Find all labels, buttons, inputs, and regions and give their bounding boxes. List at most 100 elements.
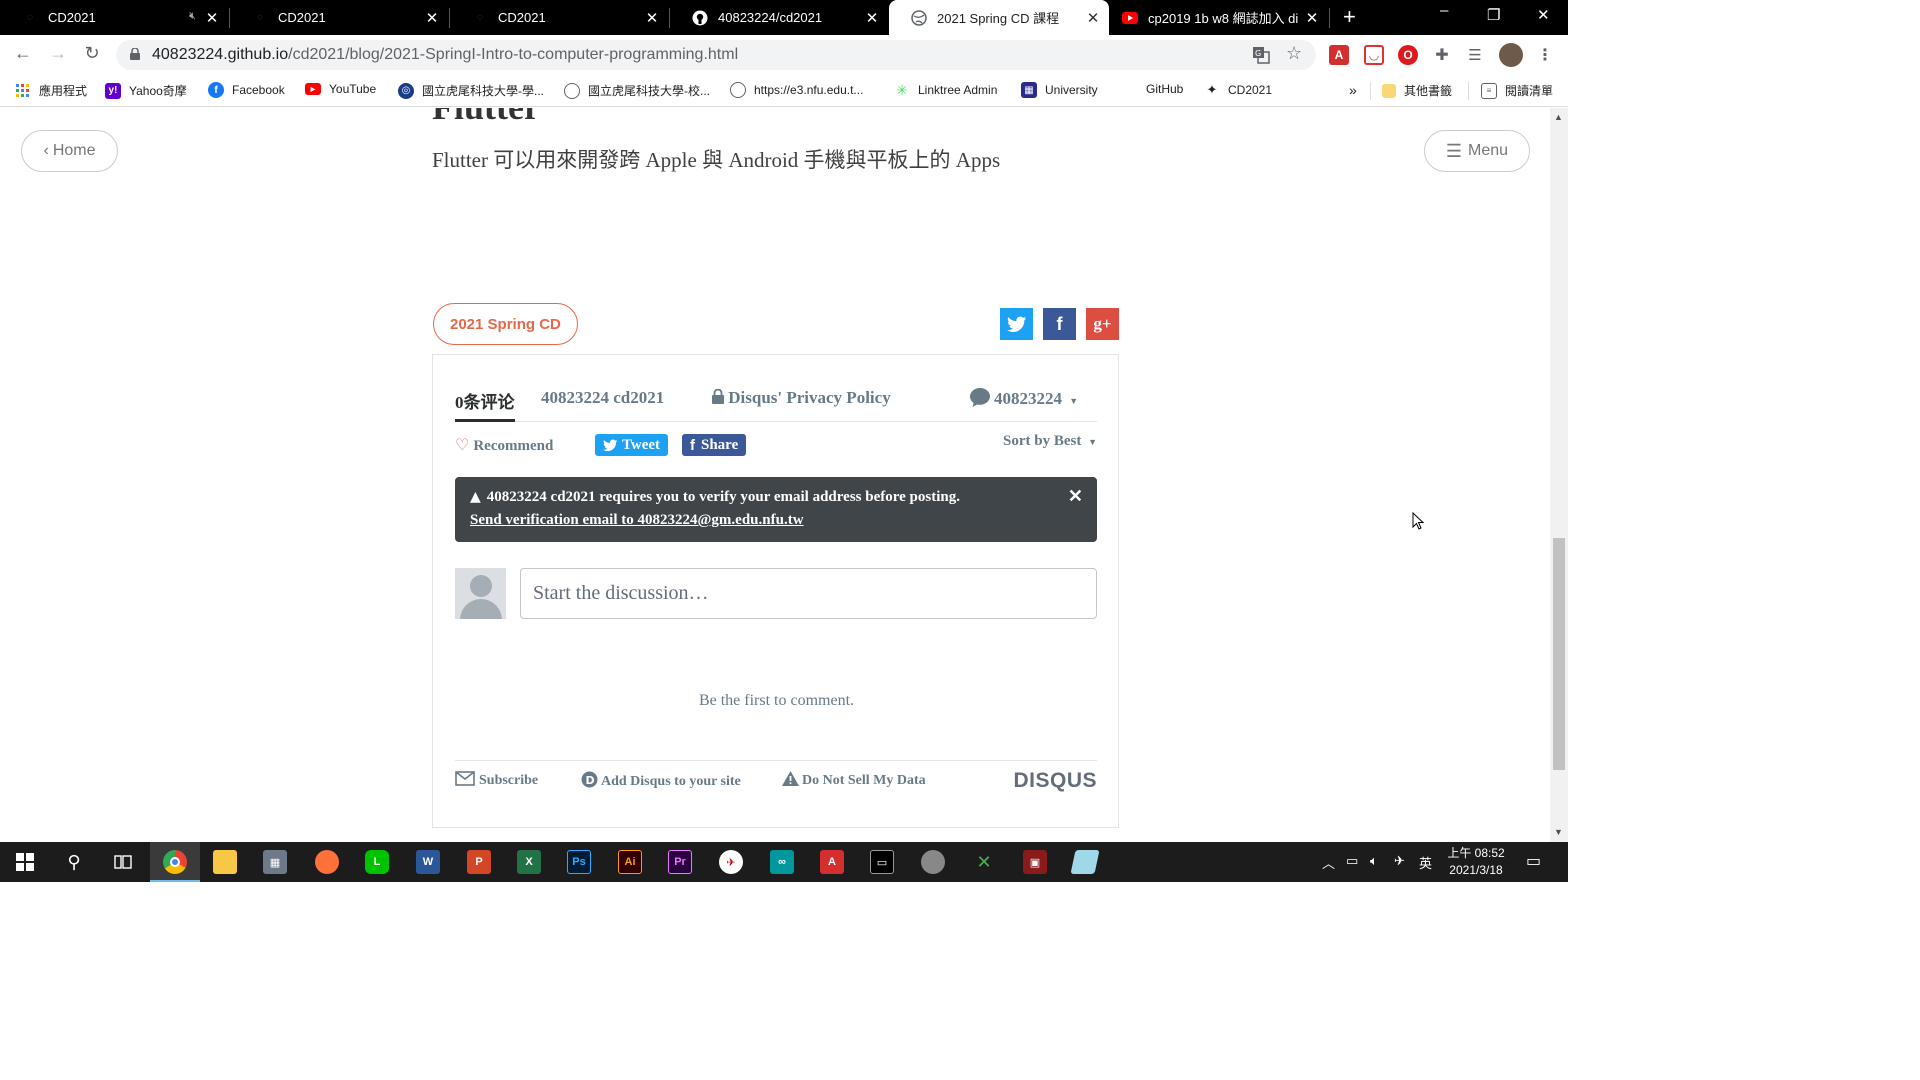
close-tab-icon[interactable]: ✕ — [1085, 9, 1101, 27]
network-icon[interactable]: ✈ — [1394, 853, 1405, 869]
browser-tab[interactable]: cp2019 1b w8 網誌加入 disqus ✕ — [1110, 0, 1328, 35]
media-control-icon[interactable]: ☰ — [1465, 45, 1485, 65]
minimize-icon[interactable]: – — [1440, 2, 1448, 19]
chrome-icon[interactable] — [163, 850, 187, 874]
app-game-icon[interactable]: ▣ — [1023, 850, 1047, 874]
close-tab-icon[interactable]: ✕ — [644, 9, 660, 27]
send-verification-link[interactable]: Send verification email to 40823224@gm.e… — [470, 512, 804, 529]
url-text[interactable]: 40823224.github.io/cd2021/blog/2021-Spri… — [152, 46, 738, 64]
facebook-share-small-button[interactable]: f Share — [682, 434, 747, 456]
bookmark-linktree[interactable]: ✳ Linktree Admin — [894, 82, 997, 98]
app-notes-icon[interactable] — [1070, 850, 1100, 874]
app-x-icon[interactable]: ✕ — [972, 850, 996, 874]
bookmark-nfu-student[interactable]: ◎ 國立虎尾科技大學-學... — [398, 82, 544, 99]
show-hidden-icons-chevron[interactable]: ︿ — [1322, 853, 1335, 872]
bookmark-nfu-school[interactable]: 國立虎尾科技大學-校... — [564, 82, 710, 99]
speaker-muted-icon[interactable]: 🔇︎ — [189, 10, 196, 23]
acrobat-icon[interactable]: A — [820, 850, 844, 874]
disqus-logo[interactable]: DISQUS — [1013, 769, 1097, 793]
bookmark-github[interactable]: GitHub — [1146, 82, 1183, 96]
photoshop-icon[interactable]: Ps — [567, 850, 591, 874]
twitter-share-button[interactable] — [1000, 308, 1033, 340]
acrobat-extension-icon[interactable]: A — [1329, 45, 1349, 65]
bookmark-star-icon[interactable]: ☆ — [1286, 43, 1302, 64]
browser-tab[interactable]: ◌ CD2021 🔇︎ ✕ — [0, 0, 228, 35]
do-not-sell-link[interactable]: Do Not Sell My Data — [782, 771, 926, 791]
translate-icon[interactable]: G — [1252, 46, 1270, 69]
reading-list[interactable]: ≡ 閱讀清單 — [1481, 82, 1553, 99]
browser-tab-active[interactable]: 2021 Spring CD 課程 ✕ — [889, 0, 1109, 35]
excel-icon[interactable]: X — [517, 850, 541, 874]
close-alert-icon[interactable]: ✕ — [1068, 486, 1083, 507]
powerpoint-icon[interactable]: P — [467, 850, 491, 874]
other-bookmarks-folder[interactable]: 其他書籤 — [1382, 82, 1452, 99]
subscribe-link[interactable]: Subscribe — [455, 771, 538, 791]
search-icon[interactable]: ⚲ — [62, 850, 86, 874]
system-clock[interactable]: 上午 08:52 2021/3/18 — [1440, 845, 1512, 879]
browser-tab[interactable]: ◌ CD2021 ✕ — [450, 0, 668, 35]
recommend-button[interactable]: ♡ Recommend — [455, 435, 553, 455]
add-disqus-link[interactable]: D Add Disqus to your site — [581, 771, 741, 793]
windows-start-icon[interactable] — [13, 850, 37, 874]
bookmark-facebook[interactable]: f Facebook — [208, 82, 285, 98]
forward-arrow-icon[interactable]: → — [46, 43, 70, 64]
scrollbar-thumb[interactable] — [1553, 538, 1565, 770]
bookmark-yahoo[interactable]: y! Yahoo奇摩 — [105, 82, 187, 99]
close-tab-icon[interactable]: ✕ — [424, 9, 440, 27]
lock-icon[interactable] — [130, 48, 140, 60]
bookmark-e3[interactable]: https://e3.nfu.edu.t... — [730, 82, 863, 98]
browser-tab[interactable]: ◌ CD2021 ✕ — [230, 0, 448, 35]
tab-community[interactable]: 40823224 cd2021 — [541, 388, 664, 408]
terminal-icon[interactable]: ▭ — [870, 850, 894, 874]
scroll-up-arrow-icon[interactable]: ▲ — [1554, 112, 1563, 122]
notification-center-icon[interactable]: ▭ — [1526, 851, 1541, 871]
bookmark-apps[interactable]: 應用程式 — [15, 82, 87, 99]
bookmark-cd2021[interactable]: ✦ CD2021 — [1204, 82, 1272, 98]
tab-comments-count[interactable]: 0条评论 — [455, 388, 515, 413]
pocket-extension-icon[interactable]: ◡ — [1364, 45, 1384, 65]
menu-button[interactable]: ☰ Menu — [1424, 130, 1530, 172]
new-tab-plus-icon[interactable]: + — [1343, 4, 1356, 30]
comment-input[interactable]: Start the discussion… — [520, 568, 1097, 619]
extensions-puzzle-icon[interactable]: ✚ — [1432, 45, 1452, 65]
close-window-icon[interactable]: ✕ — [1537, 6, 1550, 24]
task-view-icon[interactable] — [111, 850, 135, 874]
restore-icon[interactable]: ❐ — [1487, 6, 1500, 24]
opera-extension-icon[interactable]: O — [1398, 45, 1418, 65]
more-menu-icon[interactable]: ⋮ — [1535, 45, 1555, 65]
file-explorer-icon[interactable] — [213, 850, 237, 874]
browser-tab[interactable]: 40823224/cd2021 ✕ — [670, 0, 888, 35]
close-tab-icon[interactable]: ✕ — [1304, 9, 1320, 27]
reload-icon[interactable]: ↻ — [80, 43, 104, 64]
battery-icon[interactable]: ▭ — [1346, 853, 1358, 869]
address-bar[interactable]: 40823224.github.io/cd2021/blog/2021-Spri… — [116, 40, 1316, 70]
app-circle-icon[interactable]: ✈ — [719, 850, 743, 874]
line-app-icon[interactable]: L — [365, 850, 389, 874]
bookmarks-overflow-chevron[interactable]: » — [1349, 82, 1357, 98]
user-menu[interactable]: 40823224 ▼ — [970, 388, 1078, 412]
close-tab-icon[interactable]: ✕ — [204, 9, 220, 27]
category-tag[interactable]: 2021 Spring CD — [433, 303, 578, 345]
bookmark-youtube[interactable]: ▸ YouTube — [305, 82, 376, 96]
calculator-icon[interactable]: ▦ — [263, 850, 287, 874]
arduino-icon[interactable]: ∞ — [770, 850, 794, 874]
tab-privacy-policy[interactable]: Disqus' Privacy Policy — [712, 388, 891, 409]
profile-avatar[interactable] — [1499, 43, 1523, 67]
scroll-down-arrow-icon[interactable]: ▼ — [1554, 827, 1563, 837]
back-arrow-icon[interactable]: ← — [11, 43, 35, 64]
close-tab-icon[interactable]: ✕ — [864, 9, 880, 27]
premiere-icon[interactable]: Pr — [668, 850, 692, 874]
home-button[interactable]: ‹ Home — [21, 130, 118, 172]
tweet-button[interactable]: Tweet — [595, 434, 669, 456]
volume-icon[interactable]: 🔈︎ — [1370, 853, 1378, 869]
facebook-share-button[interactable]: f — [1043, 308, 1076, 340]
bookmark-university[interactable]: ▦ University — [1021, 82, 1098, 98]
vertical-scrollbar[interactable]: ▲ ▼ — [1550, 108, 1568, 842]
google-plus-share-button[interactable]: g+ — [1086, 308, 1119, 340]
illustrator-icon[interactable]: Ai — [618, 850, 642, 874]
sort-dropdown[interactable]: Sort by Best ▼ — [1003, 433, 1097, 450]
ime-indicator[interactable]: 英 — [1419, 853, 1432, 872]
word-icon[interactable]: W — [416, 850, 440, 874]
firefox-icon[interactable] — [315, 850, 339, 874]
app-globe-icon[interactable] — [921, 850, 945, 874]
